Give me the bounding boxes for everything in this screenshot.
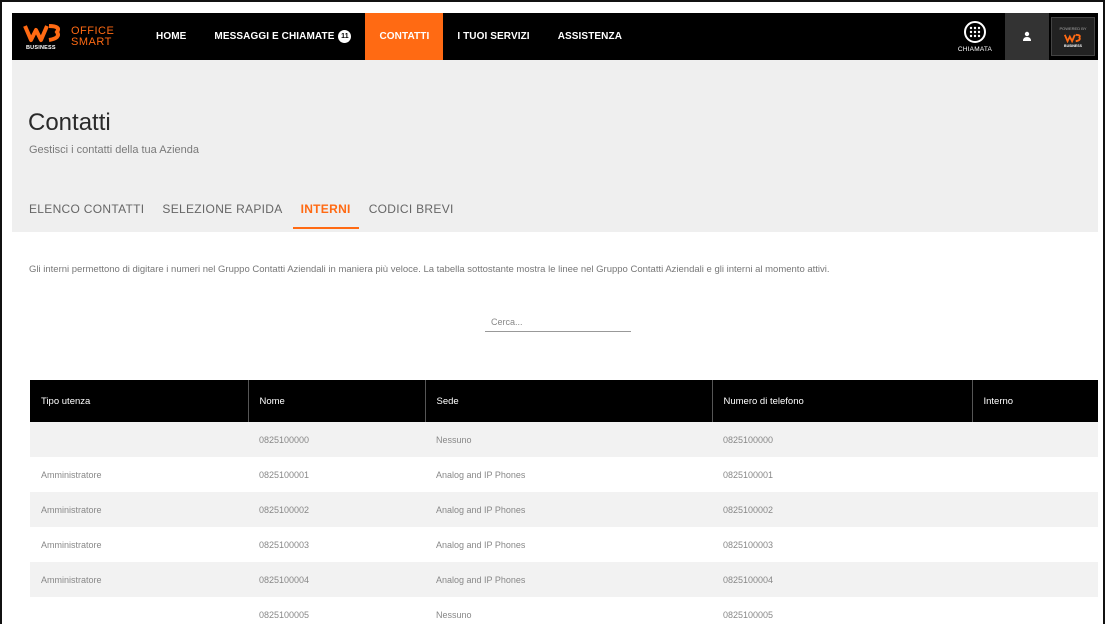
cell-numero: 0825100001 — [712, 457, 972, 492]
w3-logo-icon: BUSINESS — [23, 20, 63, 54]
cell-nome: 0825100002 — [248, 492, 425, 527]
office-smart-wordmark: OFFICE SMART — [71, 24, 115, 48]
cell-nome: 0825100000 — [248, 422, 425, 457]
main-nav: HOME MESSAGGI E CHIAMATE 11 CONTATTI I T… — [142, 13, 636, 60]
cell-interno[interactable] — [972, 527, 1098, 562]
table-row[interactable]: Amministratore 0825100003 Analog and IP … — [30, 527, 1098, 562]
column-header-nome[interactable]: Nome — [248, 380, 426, 422]
page-subtitle: Gestisci i contatti della tua Azienda — [29, 144, 199, 156]
cell-interno[interactable] — [972, 422, 1098, 457]
nav-home[interactable]: HOME — [142, 13, 200, 60]
brand-logo[interactable]: BUSINESS OFFICE SMART — [12, 13, 142, 60]
cell-interno[interactable] — [972, 597, 1098, 624]
cell-interno[interactable] — [972, 457, 1098, 492]
call-label: CHIAMATA — [957, 45, 993, 53]
table-row[interactable]: Amministratore 0825100001 Analog and IP … — [30, 457, 1098, 492]
column-header-interno[interactable]: Interno — [972, 380, 1098, 422]
cell-nome: 0825100001 — [248, 457, 425, 492]
dialpad-icon — [964, 20, 986, 43]
extensions-table: Tipo utenza Nome Sede Numero di telefono… — [30, 380, 1098, 624]
cell-tipo-utenza: Amministratore — [30, 527, 248, 562]
page-header: Contatti Gestisci i contatti della tua A… — [12, 60, 1098, 232]
table-row[interactable]: 0825100005 Nessuno 0825100005 — [30, 597, 1098, 624]
top-nav-bar: BUSINESS OFFICE SMART HOME MESSAGGI E CH… — [12, 13, 1098, 60]
cell-numero: 0825100003 — [712, 527, 972, 562]
cell-tipo-utenza: Amministratore — [30, 457, 248, 492]
cell-nome: 0825100005 — [248, 597, 425, 624]
tab-elenco-contatti[interactable]: ELENCO CONTATTI — [29, 196, 144, 232]
cell-sede: Nessuno — [425, 422, 712, 457]
business-label: BUSINESS — [26, 44, 56, 51]
intro-text: Gli interni permettono di digitare i num… — [29, 264, 830, 275]
notification-badge: 11 — [338, 30, 352, 43]
cell-sede: Nessuno — [425, 597, 712, 624]
cell-numero: 0825100000 — [712, 422, 972, 457]
tab-selezione-rapida[interactable]: SELEZIONE RAPIDA — [162, 196, 282, 232]
column-header-tipo-utenza[interactable]: Tipo utenza — [30, 380, 249, 422]
cell-numero: 0825100004 — [712, 562, 972, 597]
cell-tipo-utenza — [30, 597, 248, 624]
column-header-sede[interactable]: Sede — [425, 380, 713, 422]
cell-interno[interactable] — [972, 492, 1098, 527]
powered-by-logo: POWERED BY BUSINESS — [1051, 17, 1095, 56]
user-icon — [1022, 28, 1032, 46]
table-row[interactable]: Amministratore 0825100004 Analog and IP … — [30, 562, 1098, 597]
user-menu-button[interactable] — [1005, 13, 1049, 60]
tab-codici-brevi[interactable]: CODICI BREVI — [369, 196, 454, 232]
cell-sede: Analog and IP Phones — [425, 492, 712, 527]
cell-numero: 0825100005 — [712, 597, 972, 624]
nav-messaggi-e-chiamate[interactable]: MESSAGGI E CHIAMATE 11 — [200, 13, 365, 60]
cell-tipo-utenza: Amministratore — [30, 492, 248, 527]
table-header-row: Tipo utenza Nome Sede Numero di telefono… — [30, 380, 1098, 422]
cell-interno[interactable] — [972, 562, 1098, 597]
call-button[interactable]: CHIAMATA — [947, 13, 1003, 60]
table-row[interactable]: 0825100000 Nessuno 0825100000 — [30, 422, 1098, 457]
cell-tipo-utenza: Amministratore — [30, 562, 248, 597]
cell-sede: Analog and IP Phones — [425, 457, 712, 492]
search-input[interactable] — [485, 312, 631, 332]
cell-tipo-utenza — [30, 422, 248, 457]
nav-contatti[interactable]: CONTATTI — [365, 13, 444, 60]
section-tabs: ELENCO CONTATTI SELEZIONE RAPIDA INTERNI… — [29, 196, 472, 232]
cell-numero: 0825100002 — [712, 492, 972, 527]
cell-sede: Analog and IP Phones — [425, 527, 712, 562]
tab-interni[interactable]: INTERNI — [292, 196, 359, 232]
w3-small-logo-icon — [1063, 33, 1081, 43]
cell-nome: 0825100003 — [248, 527, 425, 562]
column-header-numero-di-telefono[interactable]: Numero di telefono — [712, 380, 973, 422]
app-frame: BUSINESS OFFICE SMART HOME MESSAGGI E CH… — [0, 0, 1105, 624]
nav-assistenza[interactable]: ASSISTENZA — [544, 13, 636, 60]
table-row[interactable]: Amministratore 0825100002 Analog and IP … — [30, 492, 1098, 527]
nav-i-tuoi-servizi[interactable]: I TUOI SERVIZI — [443, 13, 543, 60]
cell-nome: 0825100004 — [248, 562, 425, 597]
cell-sede: Analog and IP Phones — [425, 562, 712, 597]
page-title: Contatti — [28, 109, 111, 136]
